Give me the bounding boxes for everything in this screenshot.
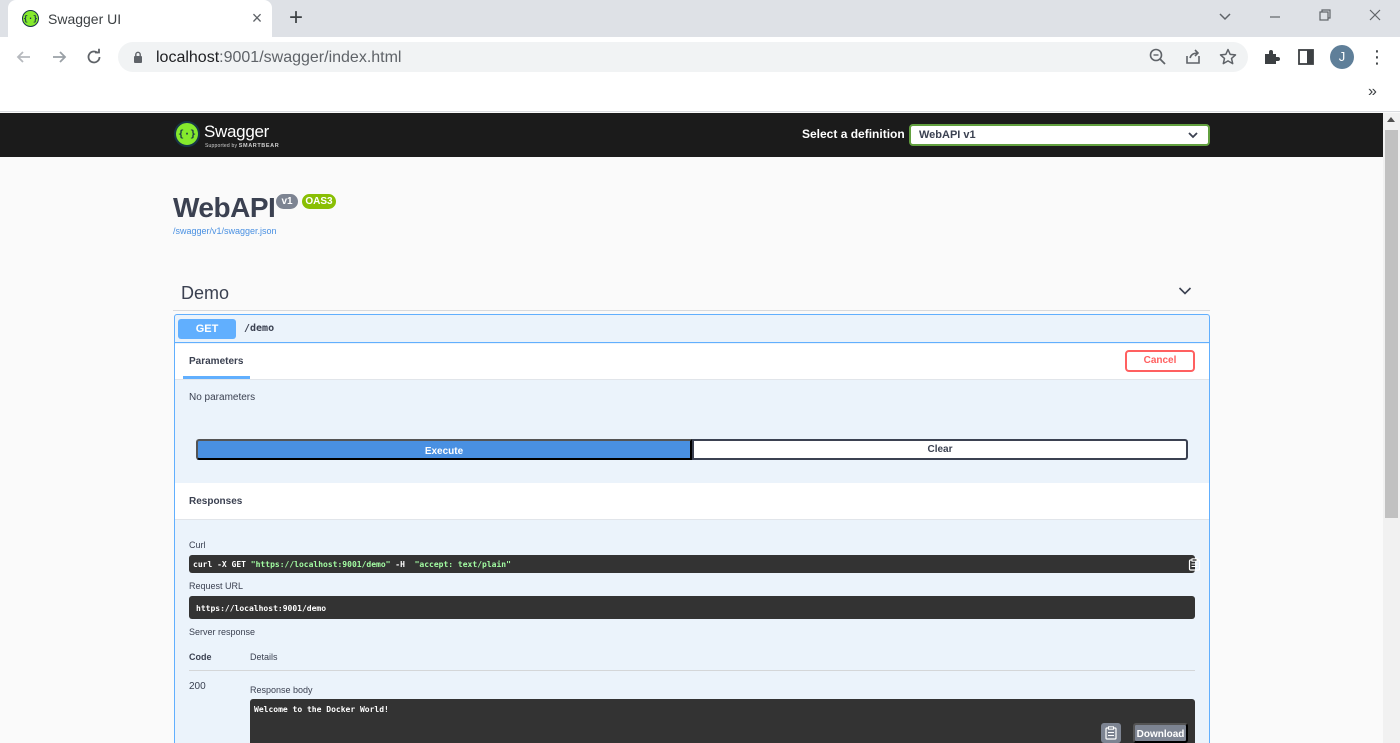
scrollbar-thumb[interactable] — [1385, 130, 1398, 518]
operation-path[interactable]: /demo — [244, 323, 274, 334]
column-code: Code — [189, 652, 212, 662]
zoom-icon[interactable] — [1148, 47, 1168, 67]
restore-icon[interactable] — [1313, 6, 1337, 30]
response-body-text[interactable]: Welcome to the Docker World! — [254, 705, 389, 714]
url-text[interactable]: localhost:9001/swagger/index.html — [156, 49, 401, 67]
profile-avatar[interactable]: J — [1330, 45, 1354, 69]
browser-tab[interactable]: {·} Swagger UI × — [8, 0, 272, 37]
tab-search-icon[interactable] — [1213, 6, 1237, 30]
definition-select[interactable]: WebAPI v1 — [909, 124, 1210, 146]
swagger-logo-text[interactable]: Swagger — [204, 122, 269, 142]
swagger-favicon-icon: {·} — [22, 10, 39, 27]
swagger-logo-icon[interactable]: {·} — [174, 121, 200, 147]
operation-block: GET /demo Parameters Cancel No parameter… — [174, 314, 1210, 743]
scroll-up-icon[interactable] — [1387, 117, 1395, 122]
bookmarks-overflow-icon[interactable]: » — [1368, 83, 1377, 101]
browser-toolbar: localhost:9001/swagger/index.html — [0, 37, 1400, 77]
definition-select-value: WebAPI v1 — [919, 129, 976, 141]
page-scrollbar[interactable] — [1383, 113, 1400, 743]
curl-command-box[interactable]: curl -X GET "https://localhost:9001/demo… — [189, 555, 1201, 573]
version-badge: v1 — [276, 194, 298, 209]
forward-icon[interactable] — [46, 44, 72, 70]
tag-section-header[interactable]: Demo — [173, 274, 1210, 311]
new-tab-icon[interactable]: + — [284, 5, 308, 31]
side-panel-icon[interactable] — [1295, 46, 1317, 68]
close-tab-icon[interactable]: × — [248, 9, 266, 27]
method-badge[interactable]: GET — [178, 319, 236, 339]
tab-active-indicator — [183, 376, 250, 379]
bookmark-star-icon[interactable] — [1218, 47, 1238, 67]
reload-icon[interactable] — [81, 44, 107, 70]
response-body-label: Response body — [250, 685, 313, 695]
response-status-code: 200 — [189, 681, 206, 692]
chevron-down-icon — [1188, 132, 1198, 139]
execute-button[interactable]: Execute — [196, 439, 692, 460]
oas-badge: OAS3 — [302, 194, 336, 209]
copy-clipboard-icon[interactable] — [1101, 723, 1121, 743]
parameters-header: Parameters Cancel — [175, 344, 1209, 380]
chevron-down-icon[interactable] — [1178, 286, 1192, 296]
response-body-box[interactable]: Welcome to the Docker World! Download — [250, 699, 1195, 743]
lock-icon[interactable] — [133, 51, 143, 63]
browser-menu-icon[interactable]: ⋮ — [1368, 46, 1386, 70]
tag-section-title[interactable]: Demo — [181, 283, 229, 304]
browser-tabstrip: {·} Swagger UI × + — [0, 0, 1400, 37]
request-url-box[interactable]: https://localhost:9001/demo — [189, 596, 1195, 619]
address-bar[interactable]: localhost:9001/swagger/index.html — [118, 42, 1248, 72]
no-parameters-text: No parameters — [189, 392, 256, 403]
responses-title: Responses — [189, 496, 243, 507]
curl-command[interactable]: curl -X GET "https://localhost:9001/demo… — [193, 560, 511, 569]
share-icon[interactable] — [1183, 47, 1203, 67]
tab-parameters[interactable]: Parameters — [189, 356, 243, 367]
operation-summary[interactable]: GET /demo — [175, 315, 1209, 343]
copy-clipboard-icon[interactable] — [1188, 558, 1201, 571]
page-viewport: {·} Swagger Supported by SMARTBEAR Selec… — [0, 113, 1383, 743]
spec-url-link[interactable]: /swagger/v1/swagger.json — [173, 226, 277, 236]
back-icon[interactable] — [11, 44, 37, 70]
tab-title: Swagger UI — [48, 11, 122, 27]
swagger-logo-sub: Supported by SMARTBEAR — [205, 143, 280, 149]
request-url-value[interactable]: https://localhost:9001/demo — [196, 604, 326, 613]
column-details: Details — [250, 652, 278, 662]
cancel-button[interactable]: Cancel — [1125, 350, 1195, 372]
api-title: WebAPI — [173, 192, 276, 223]
swagger-topbar: {·} Swagger Supported by SMARTBEAR Selec… — [0, 113, 1383, 157]
server-response-label: Server response — [189, 627, 256, 637]
clear-button[interactable]: Clear — [692, 439, 1188, 460]
extensions-icon[interactable] — [1261, 46, 1283, 68]
close-window-icon[interactable] — [1363, 6, 1387, 30]
definition-label: Select a definition — [802, 127, 905, 141]
download-button[interactable]: Download — [1133, 723, 1188, 743]
minimize-icon[interactable] — [1263, 6, 1287, 30]
responses-header: Responses — [175, 483, 1209, 520]
curl-label: Curl — [189, 540, 206, 550]
bookmarks-bar: » — [0, 77, 1400, 112]
request-url-label: Request URL — [189, 581, 244, 591]
divider — [189, 670, 1195, 671]
